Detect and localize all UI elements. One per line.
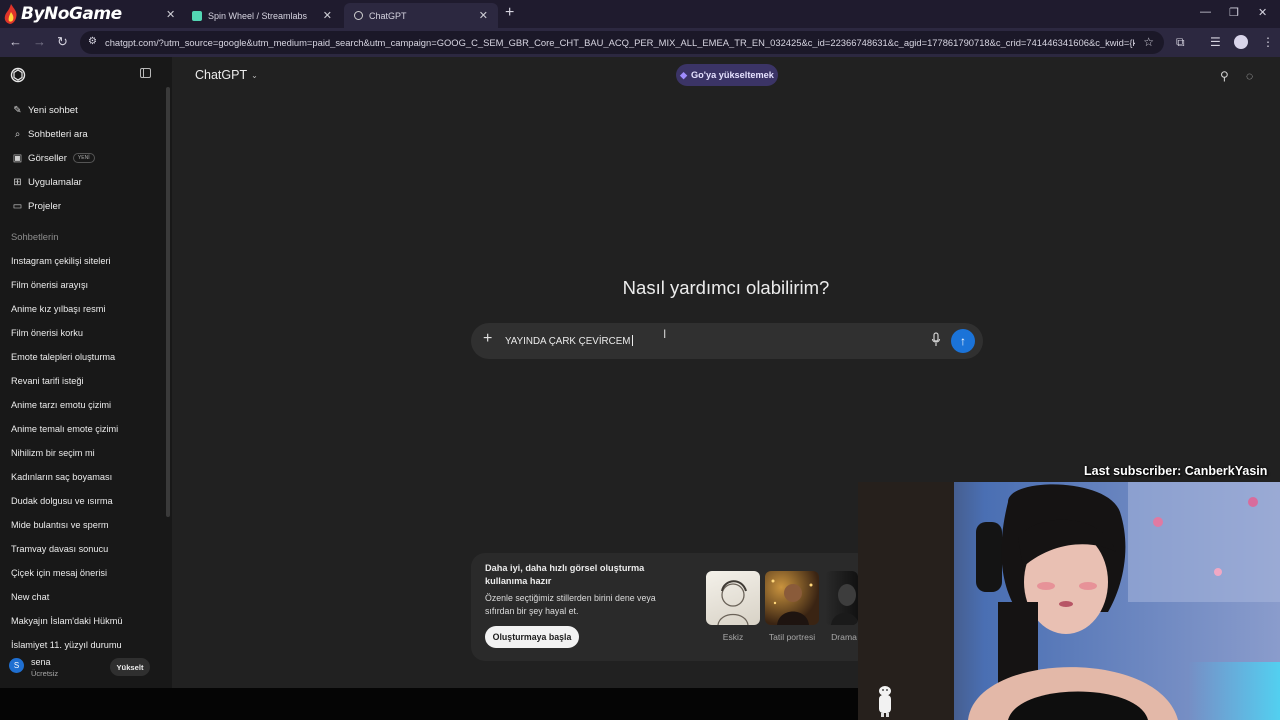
sidebar-scrollbar[interactable] bbox=[166, 87, 170, 517]
chat-item[interactable]: Film önerisi arayışı bbox=[0, 273, 166, 297]
chats-section-label: Sohbetlerin bbox=[11, 231, 59, 242]
bookmark-star-icon[interactable]: ☆ bbox=[1143, 35, 1154, 49]
close-icon[interactable]: ✕ bbox=[323, 9, 332, 22]
send-button[interactable]: ↑ bbox=[951, 329, 975, 353]
edit-icon: ✎ bbox=[13, 104, 22, 116]
close-icon[interactable]: ✕ bbox=[479, 9, 488, 22]
tab-label: ChatGPT bbox=[369, 10, 407, 21]
model-picker[interactable]: ChatGPT ⌄ bbox=[195, 68, 258, 82]
reload-icon[interactable]: ↻ bbox=[57, 34, 68, 50]
browser-tab-strip: ByNoGame ✕ Spin Wheel / Streamlabs ✕ Cha… bbox=[0, 0, 1280, 28]
search-icon: ⌕ bbox=[14, 128, 21, 140]
go-upgrade-button[interactable]: ◆ Go'ya yükseltemek bbox=[676, 64, 778, 86]
prompt-composer[interactable]: + YAYINDA ÇARK ÇEVİRCEM ↑ bbox=[471, 323, 983, 359]
upgrade-button[interactable]: Yükselt bbox=[110, 658, 150, 676]
mascot-icon bbox=[879, 686, 891, 717]
site-settings-icon[interactable]: ⚙ bbox=[88, 36, 97, 47]
new-tab-icon[interactable]: + bbox=[505, 4, 514, 22]
chevron-down-icon: ⌄ bbox=[251, 70, 258, 80]
webcam-feed bbox=[858, 482, 1280, 720]
add-people-icon[interactable]: ⚲ bbox=[1220, 69, 1229, 83]
chat-item[interactable]: Nihilizm bir seçim mi bbox=[0, 441, 166, 465]
openai-logo-icon[interactable] bbox=[10, 67, 26, 83]
flame-icon bbox=[4, 4, 18, 24]
sidebar: ✎ Yeni sohbet ⌕ Sohbetleri ara ▣ Görsell… bbox=[0, 57, 172, 688]
brand-logo: ByNoGame ✕ bbox=[0, 0, 180, 28]
add-attachment-icon[interactable]: + bbox=[483, 330, 492, 348]
user-plan: Ücretsiz bbox=[31, 669, 59, 678]
sidebar-item-apps[interactable]: ⊞ Uygulamalar bbox=[12, 173, 82, 191]
mouse-ibeam-cursor-icon: I bbox=[663, 327, 667, 341]
chat-item[interactable]: Tramvay davası sonucu bbox=[0, 537, 166, 561]
sidebar-item-label: Görseller bbox=[28, 152, 67, 164]
microphone-icon[interactable] bbox=[931, 332, 941, 348]
chat-item[interactable]: Anime kız yılbaşı resmi bbox=[0, 297, 166, 321]
forward-icon[interactable]: → bbox=[33, 34, 46, 49]
folder-icon: ▭ bbox=[12, 200, 23, 212]
chat-item[interactable]: Mide bulantısı ve sperm bbox=[0, 513, 166, 537]
user-account-row[interactable]: S sena Ücretsiz Yükselt bbox=[0, 651, 172, 688]
chat-item[interactable]: Revani tarifi isteği bbox=[0, 369, 166, 393]
sidebar-item-label: Uygulamalar bbox=[28, 176, 82, 188]
url-text[interactable]: chatgpt.com/?utm_source=google&utm_mediu… bbox=[105, 37, 1135, 48]
style-card-holiday-portrait[interactable] bbox=[765, 571, 819, 625]
minimize-icon[interactable]: — bbox=[1200, 6, 1211, 18]
profile-avatar-icon[interactable] bbox=[1234, 35, 1248, 49]
user-name: sena bbox=[31, 657, 51, 667]
promo-description: Özenle seçtiğimiz stillerden birini dene… bbox=[485, 593, 656, 616]
sidebar-item-new-chat[interactable]: ✎ Yeni sohbet bbox=[12, 101, 78, 119]
image-icon: ▣ bbox=[12, 152, 23, 164]
maximize-icon[interactable]: ❐ bbox=[1229, 6, 1239, 19]
chat-item[interactable]: New chat bbox=[0, 585, 166, 609]
sidebar-toggle-icon[interactable] bbox=[140, 68, 151, 78]
sidebar-item-projects[interactable]: ▭ Projeler bbox=[12, 197, 61, 215]
media-control-icon[interactable]: ☰ bbox=[1210, 35, 1221, 49]
temporary-chat-icon[interactable]: ◌ bbox=[1246, 69, 1253, 83]
diamond-icon: ◆ bbox=[680, 69, 688, 80]
style-card-sketch[interactable] bbox=[706, 571, 760, 625]
tab-label: Spin Wheel / Streamlabs bbox=[208, 10, 308, 21]
go-upgrade-label: Go'ya yükseltemek bbox=[691, 70, 774, 80]
chat-item[interactable]: Kadınların saç boyaması bbox=[0, 465, 166, 489]
arrow-up-icon: ↑ bbox=[960, 334, 966, 348]
back-icon[interactable]: ← bbox=[9, 34, 22, 49]
chat-item[interactable]: Anime temalı emote çizimi bbox=[0, 417, 166, 441]
apps-grid-icon: ⊞ bbox=[13, 176, 22, 188]
avatar[interactable]: S bbox=[9, 658, 24, 673]
sidebar-item-label: Yeni sohbet bbox=[28, 104, 78, 116]
chat-item[interactable]: Emote talepleri oluşturma bbox=[0, 345, 166, 369]
chat-item[interactable]: Makyajın İslam'daki Hükmü bbox=[0, 609, 166, 633]
close-icon[interactable]: ✕ bbox=[166, 8, 175, 21]
chat-history-list: Instagram çekilişi siteleri Film önerisi… bbox=[0, 249, 166, 657]
new-badge: YENİ bbox=[72, 153, 95, 163]
sidebar-item-label: Projeler bbox=[28, 200, 62, 212]
sidebar-item-images[interactable]: ▣ Görseller YENİ bbox=[12, 149, 95, 167]
sidebar-item-search-chats[interactable]: ⌕ Sohbetleri ara bbox=[12, 125, 88, 143]
model-name: ChatGPT bbox=[195, 68, 248, 82]
chat-item[interactable]: Film önerisi korku bbox=[0, 321, 166, 345]
menu-kebab-icon[interactable]: ⋮ bbox=[1262, 35, 1274, 49]
brand-name: ByNoGame bbox=[21, 4, 122, 24]
extensions-icon[interactable]: ⧉ bbox=[1176, 35, 1185, 50]
style-card-drama[interactable] bbox=[825, 571, 858, 625]
tab-chatgpt[interactable]: ChatGPT ✕ bbox=[344, 3, 498, 28]
streamlabs-favicon-icon bbox=[192, 10, 202, 21]
chat-item[interactable]: Dudak dolgusu ve ısırma bbox=[0, 489, 166, 513]
start-creating-button[interactable]: Oluşturmaya başla bbox=[485, 626, 579, 648]
prompt-input[interactable]: YAYINDA ÇARK ÇEVİRCEM bbox=[505, 335, 634, 347]
chat-item[interactable]: Anime tarzı emotu çizimi bbox=[0, 393, 166, 417]
browser-toolbar: ← → ↻ ⚙ chatgpt.com/?utm_source=google&u… bbox=[0, 28, 1280, 57]
chat-item[interactable]: Instagram çekilişi siteleri bbox=[0, 249, 166, 273]
page-title: Nasıl yardımcı olabilirim? bbox=[622, 277, 830, 298]
chatgpt-favicon-icon bbox=[354, 11, 363, 20]
chat-item[interactable]: Çiçek için mesaj önerisi bbox=[0, 561, 166, 585]
promo-title: Daha iyi, daha hızlı görsel oluşturma ku… bbox=[485, 563, 645, 586]
last-subscriber-overlay: Last subscriber: CanberkYasin bbox=[1084, 464, 1268, 478]
image-generation-promo: Daha iyi, daha hızlı görsel oluşturma ku… bbox=[471, 553, 871, 661]
sidebar-item-label: Sohbetleri ara bbox=[28, 128, 88, 140]
address-bar[interactable]: ⚙ chatgpt.com/?utm_source=google&utm_med… bbox=[80, 31, 1164, 54]
close-window-icon[interactable]: ✕ bbox=[1258, 6, 1267, 19]
tab-spin-wheel[interactable]: Spin Wheel / Streamlabs ✕ bbox=[182, 3, 342, 28]
